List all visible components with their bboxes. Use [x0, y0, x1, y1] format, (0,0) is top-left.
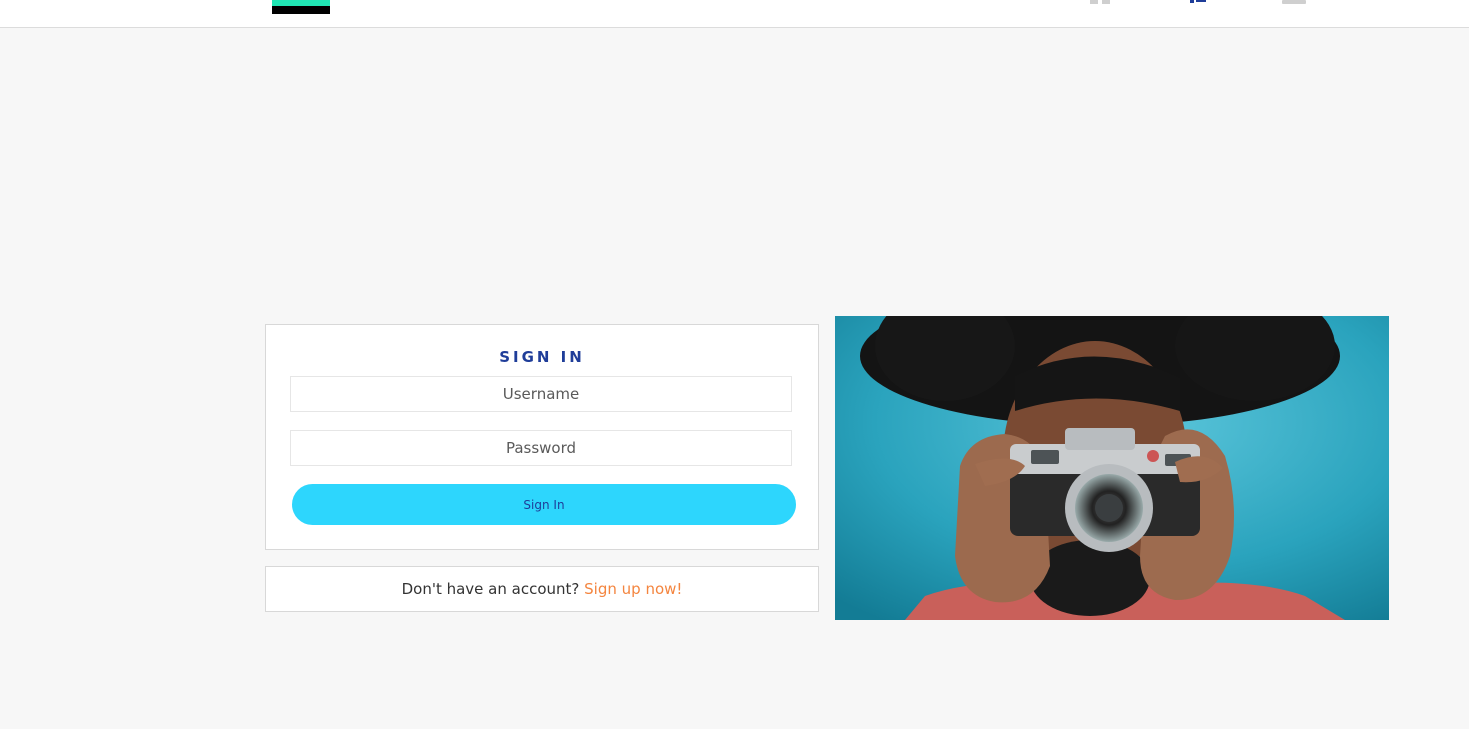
username-input[interactable]: [290, 376, 792, 412]
signup-link[interactable]: Sign up now!: [584, 580, 682, 598]
hero-photo: [835, 316, 1389, 620]
signin-form: SIGN IN Sign In: [265, 324, 819, 550]
password-input[interactable]: [290, 430, 792, 466]
signin-title: SIGN IN: [499, 348, 585, 366]
signup-box: Don't have an account? Sign up now!: [265, 566, 819, 612]
grid-icon[interactable]: [1090, 0, 1112, 5]
logo-band-bottom: [272, 6, 330, 14]
signup-prompt: Don't have an account?: [401, 580, 580, 598]
signin-button[interactable]: Sign In: [292, 484, 796, 525]
box-icon[interactable]: [1282, 0, 1306, 5]
top-navbar: [0, 0, 1469, 28]
user-icon[interactable]: [1190, 0, 1208, 5]
site-logo[interactable]: [272, 0, 330, 14]
